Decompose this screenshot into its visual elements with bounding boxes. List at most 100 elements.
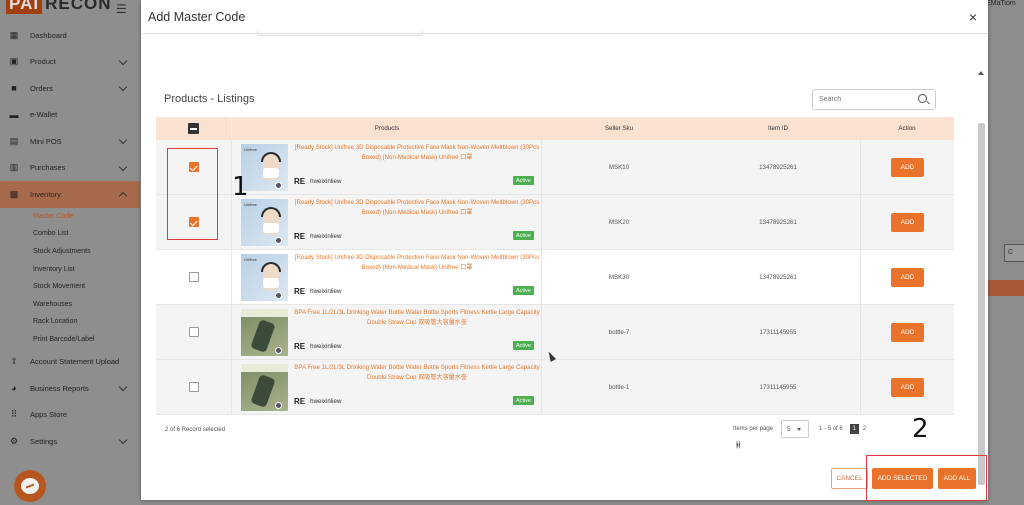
chevron-down-icon [118,56,128,65]
shop-label: RE hweixinliew [294,342,342,351]
item-id-cell: 13478925261 [759,163,797,171]
product-name-link[interactable]: [Ready Stock] Unifree 3D Disposable Prot… [294,143,540,163]
grid-icon: ⠿ [10,409,18,419]
gear-icon: ⚙ [9,435,19,446]
row-checkbox[interactable] [188,272,199,282]
listings-table: Products Seller Sku Item ID Action Unifr… [156,117,954,415]
row-select-cell [156,250,231,304]
status-badge: Active [513,286,534,295]
last-page-icon[interactable]: ›| [736,440,876,449]
col-item-id: Item ID [768,125,788,132]
upload-icon: ⇪ [10,356,18,366]
sidebar-item-settings[interactable]: ⚙ Settings [0,428,140,455]
app-logo: PAI RECON [6,0,111,14]
sidebar-sub-rack-location[interactable]: Rack Location [0,313,140,331]
sidebar-sub-print-barcode[interactable]: Print Barcode/Label [0,331,140,349]
table-row: Unifree [Ready Stock] Unifree 3D Disposab… [156,250,954,305]
sidebar-item-business-reports[interactable]: ◕ Business Reports [0,375,140,402]
truck-icon: ■ [11,83,17,94]
cart-icon: ▥ [9,162,19,173]
product-cell: BPA Free 1L/2L/3L Drinking Water Bottle … [231,305,542,359]
select-all-checkbox[interactable] [188,123,199,134]
row-checkbox[interactable] [188,382,199,392]
add-button[interactable]: ADD [891,212,924,232]
annotation-number-1: 1 [232,172,249,202]
page-2-button[interactable]: 2 [863,426,866,432]
sidebar-sub-stock-movement[interactable]: Stock Movement [0,278,140,296]
sidebar-item-ewallet[interactable]: ▬ e-Wallet [0,102,140,129]
add-button[interactable]: ADD [891,322,924,342]
row-checkbox[interactable] [188,327,199,337]
shop-dot-icon [275,291,282,299]
sidebar-item-account-statement[interactable]: ⇪ Account Statement Upload [0,348,140,375]
product-thumbnail [241,308,288,356]
sidebar-sub-warehouses[interactable]: Warehouses [0,295,140,313]
box-icon: ▣ [9,56,19,67]
table-row: BPA Free 1L/2L/3L Drinking Water Bottle … [156,360,954,415]
sidebar-item-orders[interactable]: ■ Orders [0,75,140,102]
shop-label: RE hweixinliew [294,232,342,241]
shop-label: RE hweixinliew [294,397,342,406]
table-row: BPA Free 1L/2L/3L Drinking Water Bottle … [156,305,954,360]
pagination: Items per page 5 1 - 5 of 6 |‹ ‹ 1 2 › ›… [733,418,868,449]
add-button[interactable]: ADD [891,267,924,287]
annotation-box-1 [167,148,218,240]
product-cell: Unifree [Ready Stock] Unifree 3D Disposab… [231,250,542,304]
status-badge: Active [513,396,534,405]
items-per-page-select[interactable]: 5 [781,420,810,438]
sidebar-sub-combo-list[interactable]: Combo List [0,225,140,243]
annotation-box-2 [866,455,987,501]
shop-dot-icon [275,401,282,409]
item-id-cell: 13478925261 [759,218,797,226]
modal-scrollbar[interactable] [976,35,986,495]
sidebar-item-product[interactable]: ▣ Product [0,49,140,76]
item-id-cell: 13478925261 [759,273,797,281]
sidebar-sub-inventory-list[interactable]: Inventory List [0,260,140,278]
sidebar-sub-stock-adjustments[interactable]: Stock Adjustments [0,243,140,261]
action-cell: ADD [860,140,954,194]
product-name-link[interactable]: [Ready Stock] Unifree 3D Disposable Prot… [294,198,540,218]
page-1-button[interactable]: 1 [849,424,859,434]
action-cell: ADD [860,195,954,249]
add-button[interactable]: ADD [891,377,924,397]
product-name-link[interactable]: BPA Free 1L/2L/3L Drinking Water Bottle … [294,308,540,328]
status-badge: Active [513,341,534,350]
chevron-down-icon [796,427,801,431]
product-name-link[interactable]: [Ready Stock] Unifree 3D Disposable Prot… [294,253,540,273]
section-title: Products - Listings [164,93,255,105]
col-products: Products [231,117,542,140]
sidebar-item-purchases[interactable]: ▥ Purchases [0,155,140,182]
scrollbar-thumb[interactable] [978,123,985,485]
shop-dot-icon [275,346,282,354]
messenger-chat-button[interactable] [14,470,46,502]
sidebar-item-dashboard[interactable]: ▦ Dashboard [0,22,140,49]
close-icon[interactable]: × [969,9,977,25]
pos-icon: ▤ [9,135,19,146]
search-icon[interactable] [918,94,927,103]
scroll-up-icon[interactable] [978,71,984,75]
row-select-cell [156,305,231,359]
action-cell: ADD [860,360,954,414]
sidebar-sub-master-code[interactable]: Master Code [0,208,140,226]
modal-title: Add Master Code [148,10,246,24]
product-cell: BPA Free 1L/2L/3L Drinking Water Bottle … [231,360,542,414]
seller-sku-cell: MSK30 [608,273,630,281]
sidebar-item-inventory[interactable]: ▩ Inventory [0,181,140,208]
modal-header: Add Master Code × [141,0,988,34]
add-button[interactable]: ADD [891,157,924,177]
background-highlight [988,280,1024,296]
search-input[interactable] [813,90,911,109]
search-box [812,89,936,110]
item-id-cell: 17311145955 [759,383,797,391]
sidebar-item-mini-pos[interactable]: ▤ Mini POS [0,128,140,155]
background-button: C [1004,244,1024,262]
background-page-edge: EMaTiom C [986,0,1024,505]
status-badge: Active [513,231,534,240]
header-select-all [156,117,231,140]
sidebar-item-apps-store[interactable]: ⠿ Apps Store [0,401,140,428]
chevron-down-icon [118,382,128,391]
product-name-link[interactable]: BPA Free 1L/2L/3L Drinking Water Bottle … [294,363,540,383]
menu-toggle-icon[interactable]: ☰ [116,2,127,16]
product-cell: Unifree [Ready Stock] Unifree 3D Disposab… [231,140,542,194]
cancel-button[interactable]: CANCEL [831,468,868,489]
